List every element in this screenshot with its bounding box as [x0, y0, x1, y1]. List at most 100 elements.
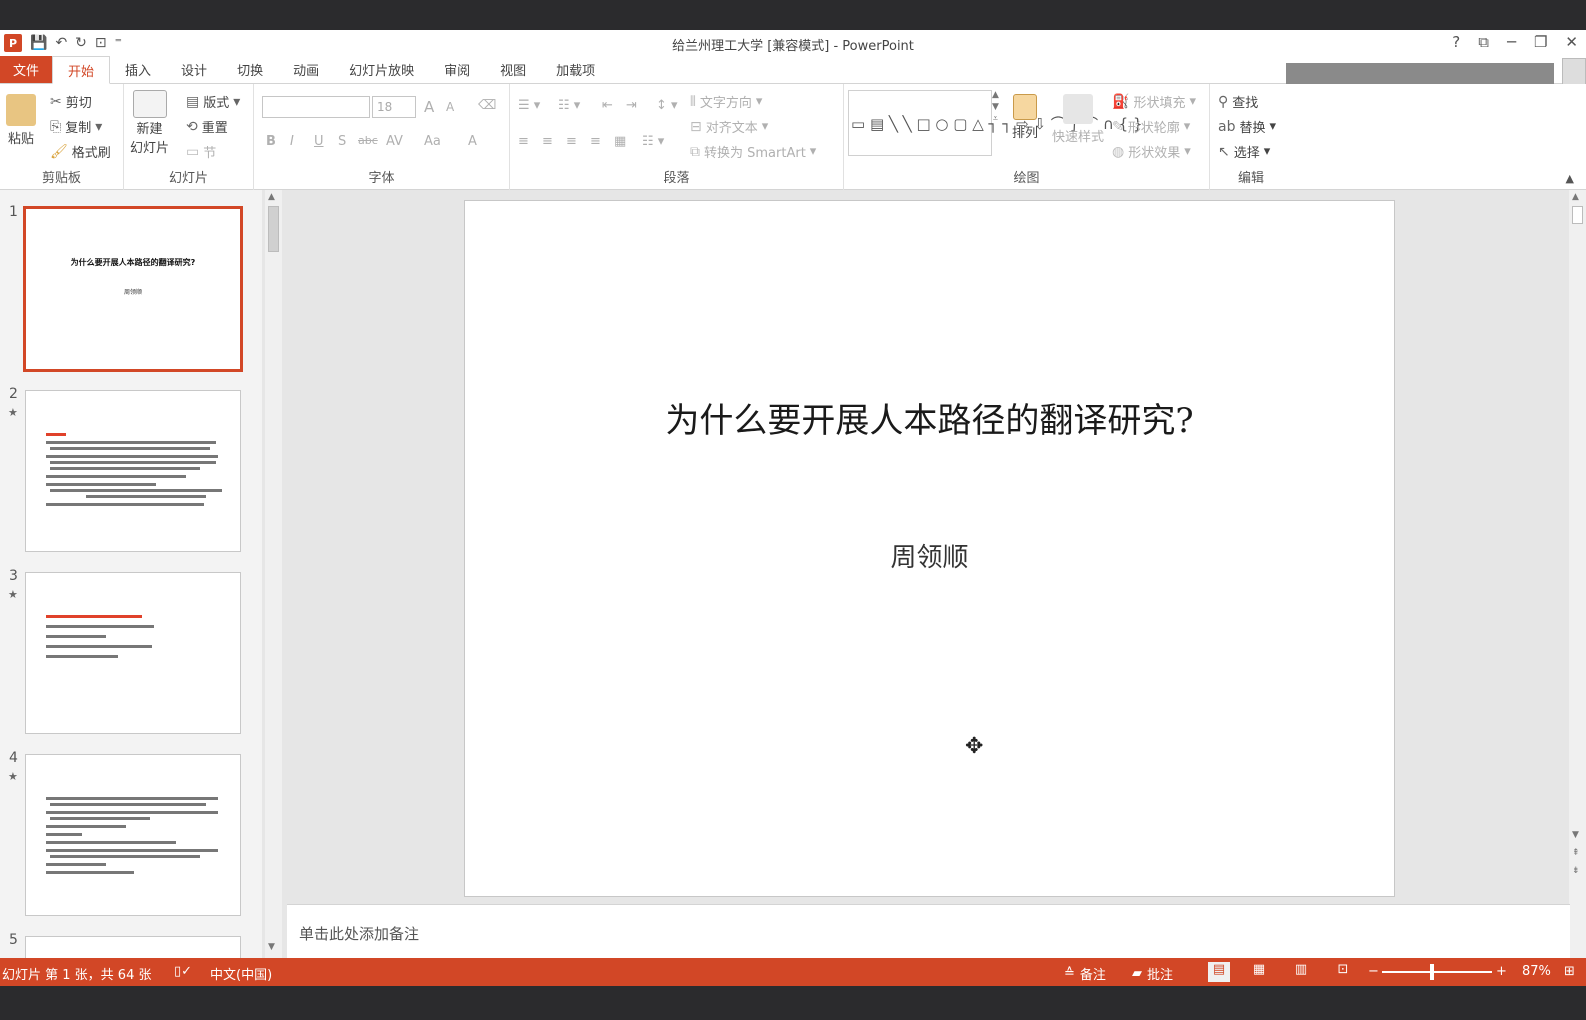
notes-button[interactable]: ≙ 备注: [1064, 964, 1106, 983]
align-text-button[interactable]: ⊟ 对齐文本 ▾: [690, 117, 769, 137]
reset-button[interactable]: ⟲ 重置: [186, 117, 228, 137]
slide-canvas[interactable]: 为什么要开展人本路径的翻译研究? 周领顺 ✥: [464, 200, 1395, 897]
reading-view-icon[interactable]: ▥: [1290, 962, 1312, 982]
paste-button[interactable]: 粘贴: [6, 94, 36, 147]
tab-animations[interactable]: 动画: [278, 56, 334, 83]
ribbon-display-icon[interactable]: ⧉: [1478, 33, 1489, 51]
strikethrough-button[interactable]: abc: [358, 134, 378, 147]
tab-slideshow[interactable]: 幻灯片放映: [334, 56, 429, 83]
comments-button[interactable]: ▰ 批注: [1132, 964, 1173, 983]
section-button[interactable]: ▭ 节: [186, 142, 216, 162]
align-left-icon[interactable]: ≡: [518, 134, 529, 149]
bullets-icon[interactable]: ☰ ▾: [518, 98, 540, 113]
slide-sorter-icon[interactable]: ▦: [1248, 962, 1270, 982]
copy-button[interactable]: ⎘ 复制 ▾: [50, 117, 102, 137]
zoom-slider-knob[interactable]: [1430, 964, 1434, 980]
previous-slide-icon[interactable]: ⇞: [1572, 848, 1580, 858]
zoom-in-button[interactable]: +: [1496, 964, 1507, 979]
close-icon[interactable]: ✕: [1565, 33, 1578, 51]
cut-button[interactable]: ✂ 剪切: [50, 92, 92, 112]
arrange-button[interactable]: 排列: [1012, 94, 1038, 141]
help-icon[interactable]: ?: [1452, 33, 1460, 51]
distribute-icon[interactable]: ▦: [614, 134, 626, 149]
zoom-out-button[interactable]: −: [1368, 964, 1379, 979]
numbering-icon[interactable]: ☷ ▾: [558, 98, 580, 113]
tab-home[interactable]: 开始: [52, 56, 111, 84]
restore-icon[interactable]: ❐: [1534, 33, 1547, 51]
thumbnail-number: 5: [9, 932, 18, 948]
align-right-icon[interactable]: ≡: [566, 134, 577, 149]
font-size-combo[interactable]: 18: [372, 96, 416, 118]
tab-file[interactable]: 文件: [0, 56, 53, 83]
thumbnail-text-line: [46, 455, 218, 458]
select-button[interactable]: ↖ 选择 ▾: [1218, 142, 1270, 162]
spell-check-icon[interactable]: ▯✓: [174, 964, 192, 979]
tab-design[interactable]: 设计: [166, 56, 222, 83]
font-name-combo[interactable]: [262, 96, 370, 118]
shapes-gallery[interactable]: ▭ ▤ ╲ ╲ □ ○ ▢ △ ┐ ┐ ⇨ ⇩ ⌒ ∫ ⌒ ∩ { }: [848, 90, 1143, 156]
shape-effects-button[interactable]: ◍ 形状效果 ▾: [1112, 142, 1191, 162]
thumbnail-slide-4[interactable]: [25, 754, 241, 916]
align-center-icon[interactable]: ≡: [542, 134, 553, 149]
zoom-slider-track[interactable]: [1382, 971, 1492, 973]
shadow-button[interactable]: S: [338, 134, 346, 149]
next-slide-icon[interactable]: ⇟: [1572, 866, 1580, 876]
avatar[interactable]: [1562, 58, 1586, 86]
text-direction-button[interactable]: ⫴ 文字方向 ▾: [690, 92, 762, 112]
underline-button[interactable]: U: [314, 134, 324, 149]
layout-button[interactable]: ▤ 版式 ▾: [186, 92, 240, 112]
change-case-button[interactable]: Aa: [424, 134, 441, 149]
slide-scrollbar[interactable]: ▲ ▼ ⇞ ⇟: [1569, 190, 1586, 958]
scroll-down-icon[interactable]: ▼: [1572, 830, 1579, 840]
thumbnail-slide-1[interactable]: 为什么要开展人本路径的翻译研究? 周领顺: [23, 206, 243, 372]
scroll-up-icon[interactable]: ▲: [268, 192, 275, 202]
scrollbar-thumb[interactable]: [1572, 206, 1583, 224]
line-spacing-icon[interactable]: ↕ ▾: [656, 98, 678, 113]
grow-font-button[interactable]: A: [424, 98, 434, 116]
minimize-icon[interactable]: ─: [1507, 33, 1516, 51]
thumbnail-slide-3[interactable]: [25, 572, 241, 734]
language-indicator[interactable]: 中文(中国): [210, 964, 272, 983]
window-controls: ? ⧉ ─ ❐ ✕: [1452, 33, 1578, 51]
fit-to-window-icon[interactable]: ⊞: [1564, 964, 1575, 979]
scroll-up-icon[interactable]: ▲: [1572, 192, 1579, 202]
bold-button[interactable]: B: [266, 134, 276, 149]
scroll-down-icon[interactable]: ▼: [268, 942, 275, 952]
thumbnail-slide-2[interactable]: [25, 390, 241, 552]
tab-transitions[interactable]: 切换: [222, 56, 278, 83]
shrink-font-button[interactable]: A: [446, 100, 454, 114]
thumbnail-slide-5[interactable]: [25, 936, 241, 958]
italic-button[interactable]: I: [290, 134, 294, 149]
columns-icon[interactable]: ☷ ▾: [642, 134, 664, 149]
chevron-down-icon: ▾: [761, 119, 769, 134]
char-spacing-button[interactable]: AV: [386, 134, 403, 149]
tab-addins[interactable]: 加载项: [541, 56, 610, 83]
quick-styles-button[interactable]: 快速样式: [1052, 94, 1104, 145]
find-button[interactable]: ⚲ 查找: [1218, 92, 1258, 112]
shape-outline-button[interactable]: ✎ 形状轮廓 ▾: [1112, 117, 1191, 137]
shapes-gallery-scroll[interactable]: ▲ ▼ ⩡: [992, 90, 999, 124]
tab-insert[interactable]: 插入: [110, 56, 166, 83]
shape-fill-button[interactable]: ⛽ 形状填充 ▾: [1112, 92, 1196, 112]
zoom-level[interactable]: 87%: [1522, 964, 1551, 979]
slide-subtitle[interactable]: 周领顺: [465, 537, 1394, 574]
collapse-ribbon-icon[interactable]: ▲: [1566, 172, 1574, 185]
font-color-button[interactable]: A: [468, 134, 477, 149]
clear-format-icon[interactable]: ⌫: [478, 98, 496, 113]
tab-view[interactable]: 视图: [485, 56, 541, 83]
replace-button[interactable]: ab 替换 ▾: [1218, 117, 1276, 137]
slideshow-icon[interactable]: ⊡: [1332, 962, 1354, 982]
increase-indent-icon[interactable]: ⇥: [626, 98, 637, 113]
new-slide-button[interactable]: 新建 幻灯片: [130, 90, 169, 156]
smartart-button[interactable]: ⧉ 转换为 SmartArt ▾: [690, 142, 816, 162]
justify-icon[interactable]: ≡: [590, 134, 601, 149]
tab-review[interactable]: 审阅: [429, 56, 485, 83]
slide-title[interactable]: 为什么要开展人本路径的翻译研究?: [465, 393, 1394, 442]
normal-view-icon[interactable]: ▤: [1208, 962, 1230, 982]
notes-pane[interactable]: 单击此处添加备注: [287, 904, 1570, 958]
thumbnails-scrollbar[interactable]: ▲ ▼: [265, 190, 282, 958]
decrease-indent-icon[interactable]: ⇤: [602, 98, 613, 113]
scrollbar-thumb[interactable]: [268, 206, 279, 252]
format-painter-button[interactable]: 🖌 格式刷: [50, 142, 111, 162]
chevron-down-icon: ▾: [1183, 119, 1191, 134]
